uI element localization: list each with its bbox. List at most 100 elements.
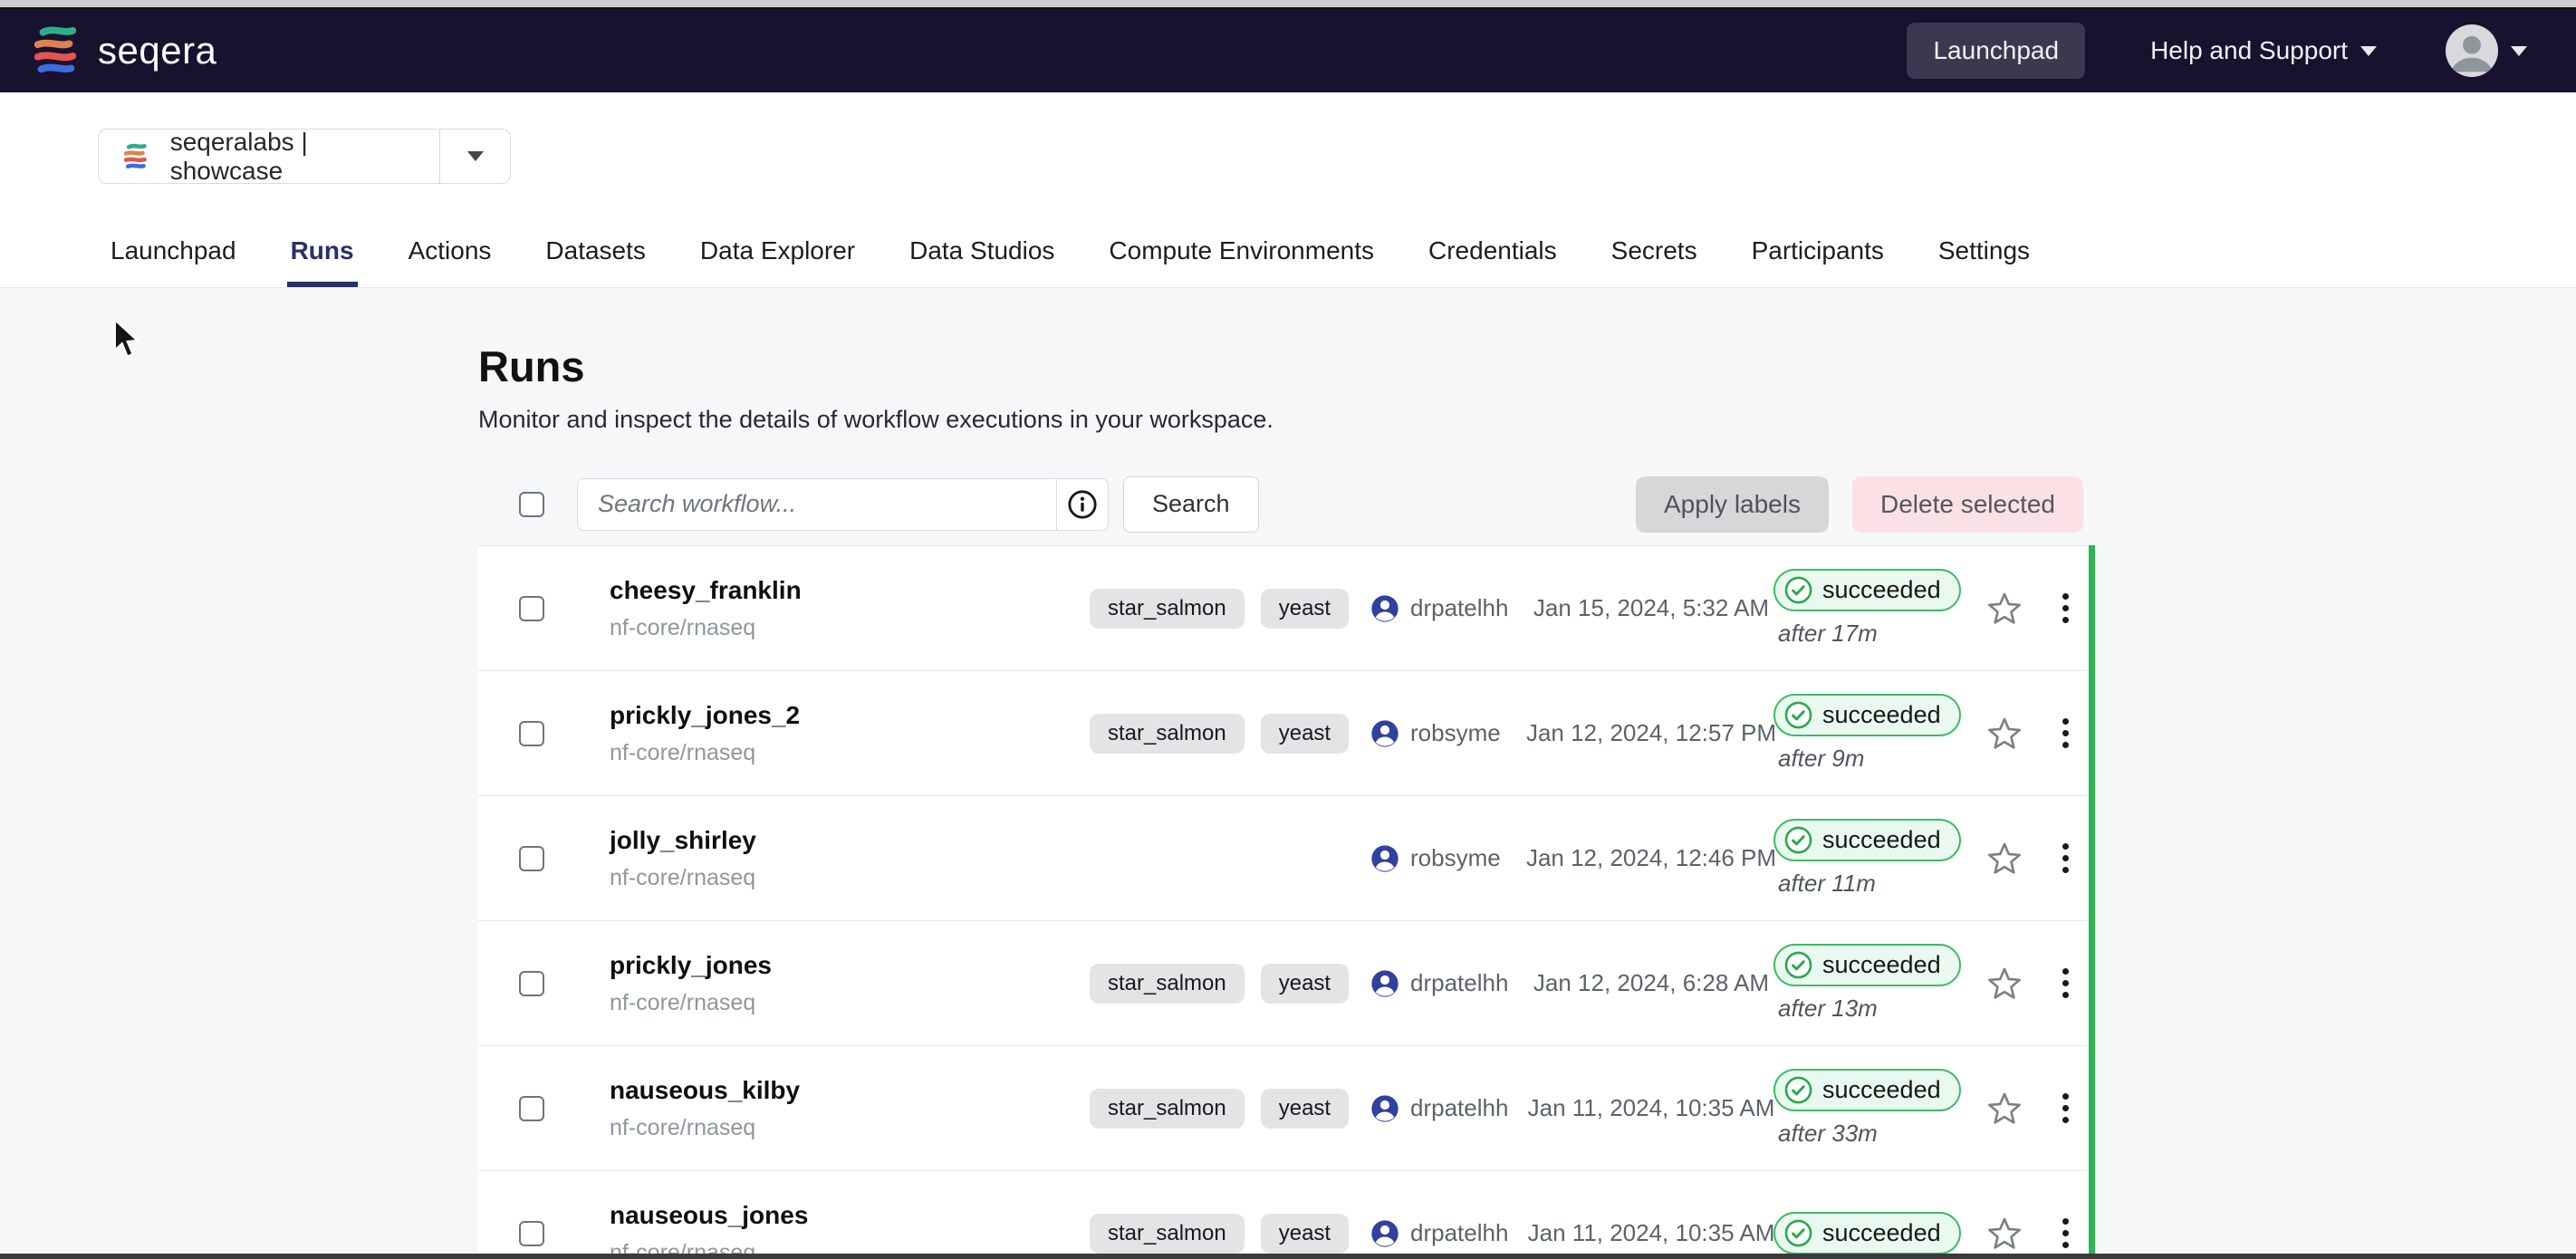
page-title: Runs xyxy=(478,341,2095,391)
run-name-link[interactable]: nauseous_kilby xyxy=(610,1076,1090,1105)
apply-labels-button[interactable]: Apply labels xyxy=(1636,476,1829,533)
kebab-menu-icon[interactable] xyxy=(2036,843,2095,873)
delete-selected-button[interactable]: Delete selected xyxy=(1852,476,2083,533)
status-badge: succeeded xyxy=(1773,1069,1961,1111)
run-name-link[interactable]: nauseous_jones xyxy=(610,1201,1090,1230)
tab-actions[interactable]: Actions xyxy=(405,236,495,287)
run-name-link[interactable]: prickly_jones xyxy=(610,951,1090,980)
check-circle-icon xyxy=(1784,576,1812,604)
search-button[interactable]: Search xyxy=(1123,476,1259,533)
kebab-menu-icon[interactable] xyxy=(2036,1093,2095,1123)
run-label-pill: star_salmon xyxy=(1090,714,1245,754)
kebab-menu-icon[interactable] xyxy=(2036,968,2095,998)
run-label-pill: yeast xyxy=(1261,1089,1349,1129)
chevron-down-icon xyxy=(2511,46,2527,56)
tab-settings[interactable]: Settings xyxy=(1935,236,2033,287)
kebab-menu-icon[interactable] xyxy=(2036,593,2095,623)
table-row: nauseous_kilby nf-core/rnaseq star_salmo… xyxy=(478,1045,2095,1170)
tab-credentials[interactable]: Credentials xyxy=(1425,236,1561,287)
run-repo: nf-core/rnaseq xyxy=(610,740,1090,766)
top-navbar: seqera Launchpad Help and Support xyxy=(0,9,2576,92)
star-icon xyxy=(1985,715,2023,753)
kebab-menu-icon[interactable] xyxy=(2036,1218,2095,1248)
main-content: Runs Monitor and inspect the details of … xyxy=(0,289,2576,1259)
window-bottom-edge xyxy=(0,1254,2576,1259)
star-button[interactable] xyxy=(1973,590,2036,628)
run-label-pill: yeast xyxy=(1261,714,1349,754)
tab-runs[interactable]: Runs xyxy=(287,236,358,287)
page-subtitle: Monitor and inspect the details of workf… xyxy=(478,406,2095,434)
run-label-pill: star_salmon xyxy=(1090,589,1245,629)
run-duration: after 13m xyxy=(1778,995,1878,1023)
run-user: drpatelhh xyxy=(1410,969,1508,997)
chevron-down-icon xyxy=(2360,46,2377,56)
status-badge: succeeded xyxy=(1773,1212,1961,1254)
search-group xyxy=(577,478,1109,531)
tab-data-explorer[interactable]: Data Explorer xyxy=(697,236,859,287)
status-label: succeeded xyxy=(1822,826,1941,854)
select-all-checkbox[interactable] xyxy=(519,492,544,517)
help-and-support-menu[interactable]: Help and Support xyxy=(2150,36,2377,65)
row-checkbox[interactable] xyxy=(519,721,544,746)
run-date: Jan 12, 2024, 12:46 PM xyxy=(1526,844,1776,872)
tab-launchpad[interactable]: Launchpad xyxy=(107,236,240,287)
workspace-name: seqeralabs | showcase xyxy=(170,128,418,186)
run-repo: nf-core/rnaseq xyxy=(610,1115,1090,1141)
table-row: cheesy_franklin nf-core/rnaseq star_salm… xyxy=(478,545,2095,670)
run-duration: after 9m xyxy=(1778,745,1864,773)
tab-data-studios[interactable]: Data Studios xyxy=(906,236,1058,287)
row-checkbox[interactable] xyxy=(519,846,544,871)
run-label-pill: yeast xyxy=(1261,1214,1349,1254)
run-date: Jan 11, 2024, 10:35 AM xyxy=(1528,1219,1775,1247)
search-info-button[interactable] xyxy=(1056,479,1108,530)
star-icon xyxy=(1985,1090,2023,1128)
status-label: succeeded xyxy=(1822,576,1941,604)
run-user: drpatelhh xyxy=(1410,594,1508,622)
tab-secrets[interactable]: Secrets xyxy=(1608,236,1701,287)
tab-participants[interactable]: Participants xyxy=(1748,236,1888,287)
tab-datasets[interactable]: Datasets xyxy=(542,236,649,287)
run-repo: nf-core/rnaseq xyxy=(610,865,1090,891)
star-button[interactable] xyxy=(1973,840,2036,878)
run-label-pill: yeast xyxy=(1261,964,1349,1004)
user-icon xyxy=(1370,1219,1399,1248)
star-button[interactable] xyxy=(1973,1090,2036,1128)
status-badge: succeeded xyxy=(1773,694,1961,736)
tab-compute-environments[interactable]: Compute Environments xyxy=(1105,236,1378,287)
seqera-logo-icon xyxy=(27,23,83,79)
run-date: Jan 15, 2024, 5:32 AM xyxy=(1533,594,1769,622)
run-user: robsyme xyxy=(1410,844,1501,872)
runs-toolbar: Search Apply labels Delete selected xyxy=(478,463,2095,545)
status-badge: succeeded xyxy=(1773,944,1961,986)
run-label-pill: yeast xyxy=(1261,589,1349,629)
row-checkbox[interactable] xyxy=(519,596,544,621)
star-button[interactable] xyxy=(1973,965,2036,1003)
run-labels: star_salmonyeast xyxy=(1090,1214,1370,1254)
workspace-dropdown-toggle[interactable] xyxy=(439,130,510,183)
status-label: succeeded xyxy=(1822,1076,1941,1104)
chevron-down-icon xyxy=(467,151,484,161)
run-name-link[interactable]: prickly_jones_2 xyxy=(610,701,1090,730)
run-name-link[interactable]: jolly_shirley xyxy=(610,826,1090,855)
table-row: jolly_shirley nf-core/rnaseq robsyme Jan… xyxy=(478,795,2095,920)
user-menu[interactable] xyxy=(2446,24,2527,77)
workspace-selector[interactable]: seqeralabs | showcase xyxy=(98,129,511,184)
user-icon xyxy=(1370,1094,1399,1123)
kebab-menu-icon[interactable] xyxy=(2036,718,2095,748)
search-input[interactable] xyxy=(578,479,1056,530)
row-checkbox[interactable] xyxy=(519,1096,544,1121)
row-checkbox[interactable] xyxy=(519,971,544,996)
row-checkbox[interactable] xyxy=(519,1221,544,1246)
star-button[interactable] xyxy=(1973,715,2036,753)
runs-table: cheesy_franklin nf-core/rnaseq star_salm… xyxy=(478,545,2095,1259)
brand[interactable]: seqera xyxy=(27,23,216,79)
check-circle-icon xyxy=(1784,1076,1812,1104)
run-name-link[interactable]: cheesy_franklin xyxy=(610,576,1090,605)
table-row: prickly_jones nf-core/rnaseq star_salmon… xyxy=(478,920,2095,1045)
workspace-header: seqeralabs | showcase Launchpad Runs Actio… xyxy=(0,92,2576,288)
status-badge: succeeded xyxy=(1773,569,1961,611)
table-row: nauseous_jones nf-core/rnaseq star_salmo… xyxy=(478,1170,2095,1259)
launchpad-button[interactable]: Launchpad xyxy=(1907,23,2085,79)
star-button[interactable] xyxy=(1973,1215,2036,1253)
run-labels: star_salmonyeast xyxy=(1090,964,1370,1004)
